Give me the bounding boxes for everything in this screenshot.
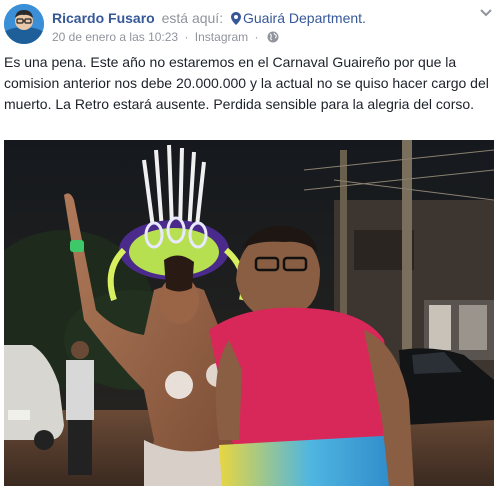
post-header: Ricardo Fusaro está aquí: Guairá Departm…: [4, 4, 494, 48]
location-action-text: está aquí:: [161, 10, 224, 26]
post-meta: 20 de enero a las 10:23 · Instagram ·: [52, 30, 279, 46]
facebook-post: Ricardo Fusaro está aquí: Guairá Departm…: [0, 0, 498, 487]
meta-separator: ·: [254, 30, 259, 44]
author-avatar[interactable]: [4, 4, 44, 44]
post-body: Es una pena. Este año no estaremos en el…: [4, 54, 489, 112]
post-source: Instagram: [194, 30, 249, 44]
location-link[interactable]: Guairá Department.: [243, 10, 366, 26]
pin-icon: [230, 12, 241, 28]
post-photo[interactable]: [4, 140, 494, 486]
post-timestamp[interactable]: 20 de enero a las 10:23: [52, 30, 178, 44]
meta-separator: ·: [184, 30, 189, 44]
chevron-down-icon[interactable]: [478, 4, 494, 20]
author-line: Ricardo Fusaro está aquí: Guairá Departm…: [52, 10, 366, 28]
globe-icon[interactable]: [267, 31, 279, 46]
author-name[interactable]: Ricardo Fusaro: [52, 10, 155, 26]
